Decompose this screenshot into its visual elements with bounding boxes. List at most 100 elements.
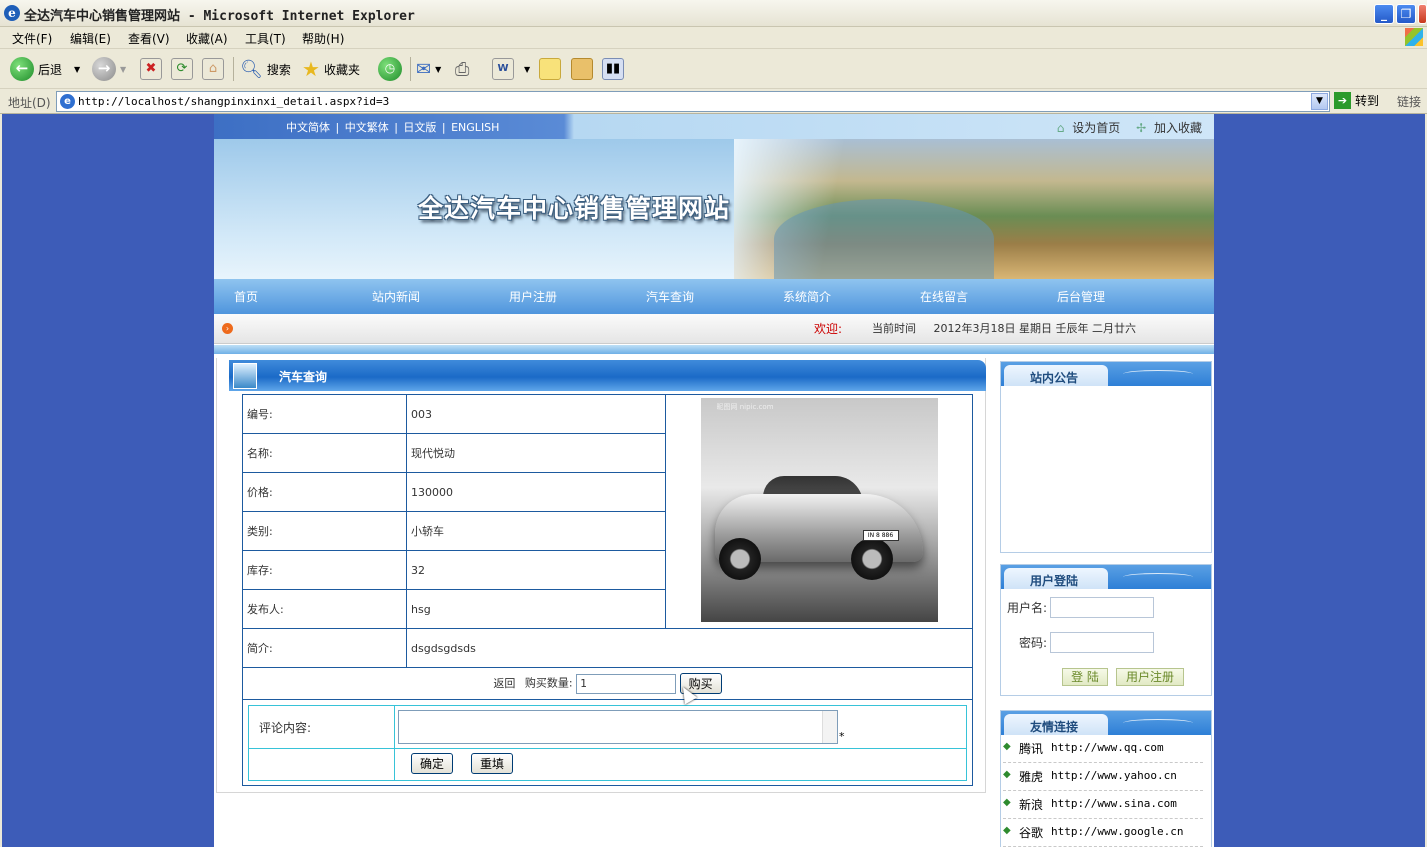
nav-admin[interactable]: 后台管理: [1057, 288, 1105, 305]
image-watermark: 昵图网 nipic.com: [716, 403, 774, 411]
lang-traditional[interactable]: 中文繁体: [345, 121, 389, 134]
nav-car-search[interactable]: 汽车查询: [646, 288, 694, 305]
star-icon: ★: [302, 57, 320, 81]
panel-title: 汽车查询: [279, 370, 328, 384]
home-icon: ⌂: [202, 58, 224, 80]
confirm-button[interactable]: 确定: [411, 753, 454, 774]
favorites-button[interactable]: ★ 收藏夹: [302, 56, 360, 82]
username-label: 用户名:: [1007, 601, 1048, 615]
forward-button[interactable]: → ▼: [92, 56, 126, 82]
link-url[interactable]: http://www.yahoo.cn: [1051, 769, 1177, 782]
discuss-button[interactable]: [539, 56, 561, 82]
lang-japanese[interactable]: 日文版: [403, 121, 436, 134]
history-icon: ◷: [378, 57, 402, 81]
comment-label: 评论内容:: [259, 721, 312, 735]
list-item[interactable]: ◆ 谷歌 http://www.google.cn: [1003, 819, 1203, 847]
menu-favorites[interactable]: 收藏(A): [186, 30, 228, 47]
required-marker: *: [839, 730, 845, 743]
menu-edit[interactable]: 编辑(E): [70, 30, 111, 47]
list-item[interactable]: ◆ 腾讯 http://www.qq.com: [1003, 735, 1203, 763]
search-button[interactable]: 🔍︎ 搜索: [240, 56, 291, 82]
password-label: 密码:: [1019, 636, 1048, 650]
address-url[interactable]: http://localhost/shangpinxinxi_detail.as…: [78, 95, 389, 108]
bookshelf-icon: ▮▮: [602, 58, 624, 80]
close-button[interactable]: [1418, 4, 1427, 24]
username-input[interactable]: [1050, 597, 1154, 618]
login-box: 用户登陆 用户名: 密码: 登 陆 用户注册: [1000, 564, 1212, 696]
register-button[interactable]: 用户注册: [1116, 668, 1184, 686]
refresh-button[interactable]: ⟳: [171, 56, 193, 82]
field-value: 小轿车: [406, 511, 666, 551]
go-button[interactable]: ➔ 转到: [1334, 92, 1379, 109]
back-dropdown-icon[interactable]: ▼: [74, 65, 80, 74]
link-url[interactable]: http://www.google.cn: [1051, 825, 1183, 838]
list-item[interactable]: ◆ 雅虎 http://www.yahoo.cn: [1003, 763, 1203, 791]
research-button[interactable]: [571, 56, 593, 82]
link-url[interactable]: http://www.sina.com: [1051, 797, 1177, 810]
link-name[interactable]: 雅虎: [1019, 768, 1043, 785]
set-home-link[interactable]: 设为首页: [1072, 121, 1120, 135]
arrow-icon: ◆: [1003, 825, 1011, 836]
list-item[interactable]: ◆ 新浪 http://www.sina.com: [1003, 791, 1203, 819]
links-title: 友情连接: [1004, 714, 1108, 735]
password-input[interactable]: [1050, 632, 1154, 653]
messenger-button[interactable]: ▮▮: [602, 56, 624, 82]
arrow-icon: ◆: [1003, 797, 1011, 808]
stop-button[interactable]: ✖: [140, 56, 162, 82]
search-icon: 🔍︎: [240, 58, 263, 80]
nav-home[interactable]: 首页: [234, 288, 258, 305]
nav-guestbook[interactable]: 在线留言: [920, 288, 968, 305]
nav-news[interactable]: 站内新闻: [372, 288, 420, 305]
add-favorite-link[interactable]: 加入收藏: [1154, 121, 1202, 135]
license-plate: IN 8 886: [862, 530, 899, 541]
reset-button[interactable]: 重填: [471, 753, 514, 774]
divider: [394, 706, 395, 780]
back-button[interactable]: ← 后退 ▼: [10, 56, 80, 82]
favorite-small-icon: ✢: [1136, 121, 1147, 135]
table-row: 编号: 003 昵图网 nipic.com IN 8 886: [242, 394, 973, 629]
arrow-icon: ◆: [1003, 741, 1011, 752]
login-button[interactable]: 登 陆: [1062, 668, 1108, 686]
mail-dropdown-icon[interactable]: ▼: [435, 65, 441, 74]
links-label[interactable]: 链接: [1397, 93, 1421, 110]
quantity-input[interactable]: 1: [576, 673, 677, 694]
car-image-cell: 昵图网 nipic.com IN 8 886: [665, 394, 973, 629]
lang-english[interactable]: ENGLISH: [451, 121, 499, 134]
friend-links-list: ◆ 腾讯 http://www.qq.com ◆ 雅虎 http://www.y…: [1001, 735, 1211, 847]
edit-button[interactable]: W ▼: [492, 56, 530, 82]
forward-arrow-icon: →: [92, 57, 116, 81]
buy-row: 返回 购买数量: 1 购买: [242, 667, 973, 700]
table-row: 简介: dsgdsgdsds: [242, 628, 973, 668]
main-nav: 首页 站内新闻 用户注册 汽车查询 系统简介 在线留言 后台管理: [214, 279, 1214, 314]
nav-about[interactable]: 系统简介: [783, 288, 831, 305]
field-label: 简介:: [242, 628, 407, 668]
car-wheel: [850, 538, 893, 580]
lang-simplified[interactable]: 中文简体: [286, 121, 330, 134]
nav-register[interactable]: 用户注册: [509, 288, 557, 305]
menu-tools[interactable]: 工具(T): [245, 30, 286, 47]
textarea-scrollbar[interactable]: [822, 711, 837, 743]
restore-button[interactable]: ❐: [1396, 4, 1416, 24]
link-url[interactable]: http://www.qq.com: [1051, 741, 1164, 754]
comment-textarea[interactable]: [398, 710, 838, 744]
address-dropdown-icon[interactable]: ▼: [1311, 93, 1328, 110]
mail-icon: ✉: [416, 58, 432, 80]
site-banner: 全达汽车中心销售管理网站: [214, 139, 1214, 279]
history-button[interactable]: ◷: [378, 56, 402, 82]
mail-button[interactable]: ✉ ▼: [416, 56, 441, 82]
back-link[interactable]: 返回: [493, 677, 515, 690]
link-name[interactable]: 腾讯: [1019, 740, 1043, 757]
print-button[interactable]: ⎙: [455, 56, 469, 82]
go-label: 转到: [1355, 94, 1380, 108]
minimize-button[interactable]: _: [1374, 4, 1394, 24]
link-name[interactable]: 谷歌: [1019, 824, 1043, 841]
menu-file[interactable]: 文件(F): [12, 30, 52, 47]
menu-view[interactable]: 查看(V): [128, 30, 170, 47]
home-button[interactable]: ⌂: [202, 56, 224, 82]
edit-dropdown-icon[interactable]: ▼: [524, 65, 530, 74]
menu-help[interactable]: 帮助(H): [302, 30, 344, 47]
link-name[interactable]: 新浪: [1019, 796, 1043, 813]
title-bar: e 全达汽车中心销售管理网站 - Microsoft Internet Expl…: [0, 0, 1427, 27]
back-label: 后退: [38, 62, 63, 77]
address-input[interactable]: e http://localhost/shangpinxinxi_detail.…: [56, 91, 1330, 112]
